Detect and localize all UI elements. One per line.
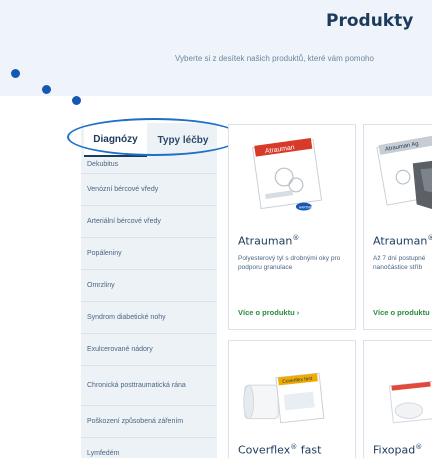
sidebar-item-posttraumaticka-rana[interactable]: Chronická posttraumatická rána [81, 366, 217, 406]
tab-typy-lecby[interactable]: Typy léčby [151, 123, 215, 157]
sidebar-item-arterialni-vredy[interactable]: Arteriální bércové vředy [81, 206, 217, 238]
more-about-product-link[interactable]: Více o produktu [373, 308, 430, 317]
sidebar-item-dekubitus[interactable]: Dekubitus [81, 157, 217, 174]
diagnosis-list: Dekubitus Venózní bércové vředy Arteriál… [81, 157, 217, 458]
page-subtitle: Vyberte si z desítek našich produktů, kt… [175, 54, 374, 63]
decorative-dot-icon [72, 96, 81, 105]
sidebar-item-zareni[interactable]: Poškození způsobená zářením [81, 406, 217, 438]
product-description: Polyesterový tyl s drobnými oky pro podp… [238, 255, 341, 272]
product-name: Coverflex® fast [238, 443, 322, 457]
product-name: Atrauman® A [373, 234, 432, 248]
tab-diagnozy[interactable]: Diagnózy [84, 123, 147, 157]
product-card-coverflex-fast[interactable]: Coverflex fast Coverflex® fast [228, 340, 356, 458]
product-card-fixopad[interactable]: Fixopad® [363, 340, 432, 458]
decorative-dot-icon [42, 85, 51, 94]
chevron-right-icon: › [296, 308, 300, 317]
coverflex-package-image: Coverflex fast [243, 372, 325, 424]
page-title: Produkty [326, 11, 414, 31]
sidebar-item-venozni-vredy[interactable]: Venózní bércové vředy [81, 174, 217, 206]
fixopad-package-image [388, 380, 432, 424]
atrauman-ag-package-image: Atrauman Ag [376, 135, 432, 210]
more-about-product-link[interactable]: Více o produktu › [238, 308, 299, 317]
sidebar-item-popaleniny[interactable]: Popáleniny [81, 238, 217, 270]
product-card-atrauman[interactable]: Atrauman HARTMANN Atrauman® Polyesterový… [228, 124, 356, 330]
product-card-atrauman-ag[interactable]: Atrauman Ag Atrauman® A Až 7 dní postupn… [363, 124, 432, 330]
sidebar-item-diabeticka-noha[interactable]: Syndrom diabetické nohy [81, 302, 217, 334]
sidebar-item-exulcerovane-nadory[interactable]: Exulcerované nádory [81, 334, 217, 366]
atrauman-package-image: Atrauman HARTMANN [252, 137, 323, 211]
diagnosis-sidebar: Diagnózy Typy léčby Dekubitus Venózní bé… [81, 123, 217, 458]
brand-logo: HARTMANN [299, 206, 317, 210]
sidebar-item-lymfedem[interactable]: Lymfedém [81, 438, 217, 458]
product-name: Fixopad® [373, 443, 423, 457]
decorative-dot-icon [11, 69, 20, 78]
sidebar-item-omrzliny[interactable]: Omrzliny [81, 270, 217, 302]
product-name: Atrauman® [238, 234, 300, 248]
sidebar-tabs: Diagnózy Typy léčby [81, 123, 217, 157]
product-description: Až 7 dní postupné nanočástice stříb [373, 255, 426, 272]
